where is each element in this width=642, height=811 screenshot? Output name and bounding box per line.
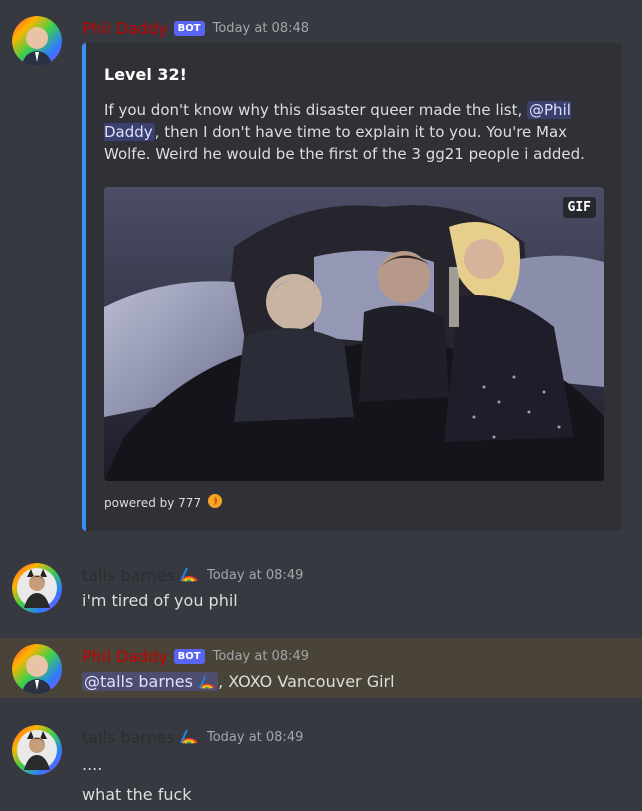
avatar[interactable] [12, 725, 62, 775]
mention-talls-barnes[interactable]: @talls barnes [82, 672, 219, 691]
embed-desc-part1: If you don't know why this disaster quee… [104, 101, 523, 119]
message-content: i'm tired of you phil [82, 591, 238, 610]
timestamp[interactable]: Today at 08:49 [207, 730, 303, 745]
timestamp[interactable]: Today at 08:49 [207, 568, 303, 583]
rainbow-flag-icon [179, 564, 199, 586]
message-content-line2: what the fuck [82, 785, 192, 804]
avatar[interactable] [12, 16, 62, 66]
message-text: , XOXO Vancouver Girl [218, 672, 395, 691]
avatar[interactable] [12, 563, 62, 613]
avatar[interactable] [12, 644, 62, 694]
message-phil-daddy-level: Phil Daddy BOT Today at 08:48 Level 32! … [0, 0, 642, 540]
message-talls-barnes-2: talls barnes Today at 08:49 .... what th… [0, 715, 642, 811]
rainbow-flag-icon [179, 726, 199, 748]
timestamp[interactable]: Today at 08:48 [213, 21, 309, 36]
embed-gif[interactable]: GIF [104, 187, 604, 481]
message-header: talls barnes Today at 08:49 [82, 564, 303, 586]
message-header: talls barnes Today at 08:49 [82, 726, 303, 748]
message-phil-daddy-reply: Phil Daddy BOT Today at 08:49 @talls bar… [0, 638, 642, 698]
bot-tag: BOT [173, 648, 205, 664]
username[interactable]: Phil Daddy [82, 19, 168, 38]
gif-badge: GIF [562, 197, 596, 218]
embed: Level 32! If you don't know why this dis… [82, 43, 622, 531]
embed-footer: powered by 777 [104, 493, 223, 512]
message-content-line1: .... [82, 755, 103, 774]
embed-desc-part2: , then I don't have time to explain it t… [104, 123, 585, 163]
embed-footer-text: powered by 777 [104, 495, 202, 510]
rainbow-flag-icon [198, 672, 216, 691]
message-talls-barnes-1: talls barnes Today at 08:49 i'm tired of… [0, 555, 642, 625]
fire-icon [207, 493, 223, 512]
timestamp[interactable]: Today at 08:49 [213, 649, 309, 664]
mention-text: @talls barnes [84, 672, 193, 691]
message-header: Phil Daddy BOT Today at 08:49 [82, 645, 309, 667]
bot-tag: BOT [173, 20, 205, 36]
username[interactable]: talls barnes [82, 728, 175, 747]
username[interactable]: Phil Daddy [82, 647, 168, 666]
embed-title: Level 32! [104, 65, 187, 84]
embed-description: If you don't know why this disaster quee… [104, 99, 604, 165]
username[interactable]: talls barnes [82, 566, 175, 585]
message-header: Phil Daddy BOT Today at 08:48 [82, 17, 309, 39]
message-content: @talls barnes , XOXO Vancouver Girl [82, 672, 395, 691]
